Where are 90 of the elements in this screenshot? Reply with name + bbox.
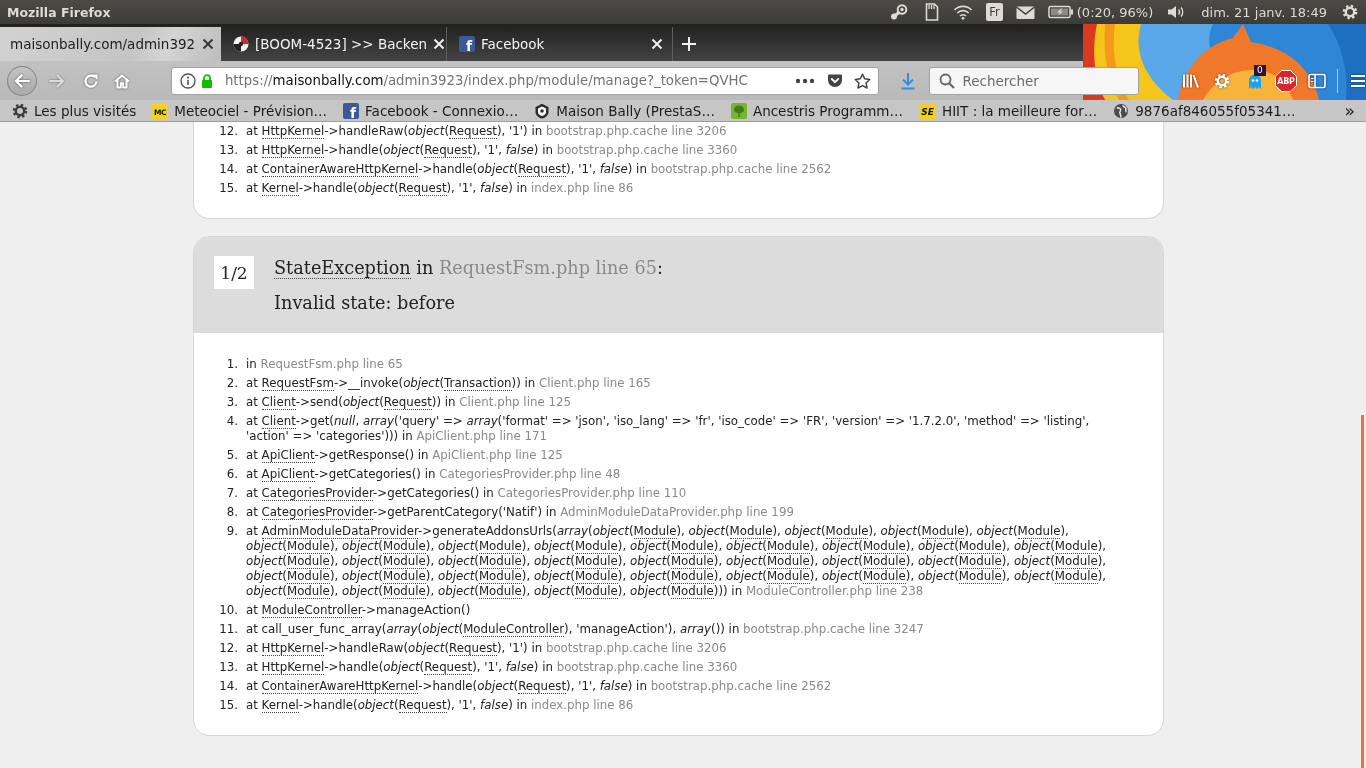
frame-number: 9. [225,524,238,540]
stack-frame: at HttpKernel->handleRaw(object(Request), '1') in bootstrap.php.cache line 3206 [246,124,1125,139]
more-icon[interactable] [795,77,816,84]
search-field[interactable]: Rechercher [929,66,1139,95]
frame-number: 11. [218,622,238,637]
letter-logo-icon: f [343,102,360,119]
frame-number: 8. [225,505,238,520]
bookmark-item[interactable]: Maison Bally (PrestaS… [534,102,715,119]
round-logo-icon [233,36,249,52]
back-button[interactable] [7,65,37,96]
stack-frame: at Client->send(object(Request)) in Client.php line 125 [246,395,1125,410]
close-icon[interactable] [202,38,214,50]
bookmark-item[interactable]: 9876af846055f05341… [1113,102,1296,119]
bookmark-item[interactable]: Les plus visités [12,102,137,119]
frame-number: 2. [225,376,238,391]
url-text: https://maisonbally.com/admin3923/index.php/module/manage?_token=QVHC [224,73,749,88]
sidebar-icon[interactable] [1308,72,1326,89]
frame-number: 5. [225,448,238,463]
browser-tab[interactable]: [BOOM-4523] >> Backen [221,27,447,61]
bookmarks-overflow-button[interactable]: » [1344,100,1355,121]
window-title: Mozilla Firefox [7,4,111,20]
reload-icon[interactable] [82,72,99,89]
lock-icon [200,72,213,89]
library-icon[interactable] [1182,72,1200,89]
notification-badge: 0 [1254,64,1266,76]
tree-icon [730,102,747,119]
frame-number: 7. [225,486,238,501]
stack-frame: at ApiClient->getCategories() in CategoriesProvider.php line 48 [246,467,1125,482]
frame-number: 13. [218,143,238,158]
wifi-icon[interactable] [953,4,974,20]
stack-frame: at HttpKernel->handle(object(Request), '1', false) in bootstrap.php.cache line 3360 [246,660,1125,675]
frame-number: 10. [218,603,238,618]
frame-number: 13. [218,660,238,675]
stack-frame: at CategoriesProvider->getCategories() in CategoriesProvider.php line 110 [246,486,1125,501]
browser-tab[interactable]: maisonbally.com/admin392 [0,27,221,61]
stack-frame: at Kernel->handle(object(Request), '1', false) in index.php line 86 [246,181,1125,196]
globe-icon [1113,102,1130,119]
bookmark-item[interactable]: f Facebook - Connexio… [343,102,519,119]
ghost-icon[interactable] [1247,72,1263,89]
envelope-icon[interactable] [1015,4,1035,20]
stack-frame: at AdminModuleDataProvider->generateAddonsUrls(array(object(Module), object(Module), object(Module), object(Module), object(Module), object(Module), object(Module), object(Module), object(Module), object(Module), object(Module), object(Module), object(Module), object(Module), object(Module), object(Module), object(Module), object(Module), object(Module), object(Module), object(Module), object(Module), object(Module), object(Module), object(Module), object(Module), object(Module), object(Module), object(Module), object(Module), object(Module), object(Module), object(Module), object(Module), object(Module), object(Module), object(Module))) in ModuleController.php line 238 [246,524,1125,599]
frame-number: 14. [218,162,238,177]
menu-icon[interactable] [1350,73,1366,88]
home-icon[interactable] [112,72,131,89]
battery-icon[interactable] [1047,5,1074,19]
stack-frame: at ApiClient->getResponse() in ApiClient.php line 125 [246,448,1125,463]
clock[interactable]: dim. 21 janv. 18:49 [1201,4,1327,20]
bookmark-item[interactable]: Ancestris Programm… [730,102,903,119]
letter-logo-icon: SE [919,102,936,119]
exception-counter: 1/2 [214,256,254,289]
frame-number: 15. [218,698,238,713]
stack-frame: at call_user_func_array(array(object(ModuleController), 'manageAction'), array()) in bootstrap.php.cache line 3247 [246,622,1125,637]
stack-frame: at HttpKernel->handle(object(Request), '1', false) in bootstrap.php.cache line 3360 [246,143,1125,158]
shield-icon [534,102,551,119]
back-arrow-icon[interactable] [12,72,31,89]
star-icon[interactable] [854,72,872,89]
info-icon[interactable] [179,72,196,89]
key-icon[interactable] [889,3,910,21]
search-icon [939,72,956,89]
frame-number: 15. [218,181,238,196]
keyboard-layout-indicator[interactable]: Fr [986,3,1003,21]
stack-frame: at CategoriesProvider->getParentCategory('Natif') in AdminModuleDataProvider.php line 199 [246,505,1125,520]
exception-message: Invalid state: before [274,292,456,315]
frame-number: 6. [225,467,238,482]
frame-number: 4. [225,414,238,430]
pocket-icon[interactable] [827,73,844,88]
stack-frame: at ContainerAwareHttpKernel->handle(object(Request), '1', false) in bootstrap.php.cache line 2562 [246,162,1125,177]
gear-icon [12,102,28,119]
address-bar[interactable]: https://maisonbally.com/admin3923/index.php/module/manage?_token=QVHC [170,66,880,95]
stack-frame: at ModuleController->manageAction() [246,603,1125,618]
plus-icon[interactable] [681,36,697,52]
stack-frame: in RequestFsm.php line 65 [246,357,1125,372]
search-placeholder: Rechercher [962,72,1039,89]
stack-frame: at Client->get(null, array('query' => array('format' => 'json', 'iso_lang' => 'fr', 'iso_code' => 'FR', 'version' => '1.7.2.0', 'method' => 'listing', 'action' => 'categories'))) in ApiClient.php line 171 [246,414,1125,444]
scrollbar-thumb[interactable] [1361,415,1364,768]
stack-frame: at ContainerAwareHttpKernel->handle(object(Request), '1', false) in bootstrap.php.cache line 2562 [246,679,1125,694]
frame-number: 1. [225,357,238,372]
stack-frame: at RequestFsm->__invoke(object(Transaction)) in Client.php line 165 [246,376,1125,391]
battery-status: (0:20, 96%) [1076,4,1154,20]
frame-number: 14. [218,679,238,694]
exception-title: StateException in RequestFsm.php line 65: [274,257,663,280]
bookmark-item[interactable]: SE HIIT : la meilleure for… [919,102,1098,119]
frame-number: 12. [218,641,238,656]
stack-frame: at Kernel->handle(object(Request), '1', false) in index.php line 86 [246,698,1125,713]
letter-logo-icon: f [459,36,475,52]
settings-icon[interactable] [1342,4,1358,20]
browser-tab[interactable]: f Facebook [447,27,673,61]
frame-number: 3. [225,395,238,410]
stack-frame: at HttpKernel->handleRaw(object(Request), '1') in bootstrap.php.cache line 3206 [246,641,1125,656]
frame-number: 12. [218,124,238,139]
